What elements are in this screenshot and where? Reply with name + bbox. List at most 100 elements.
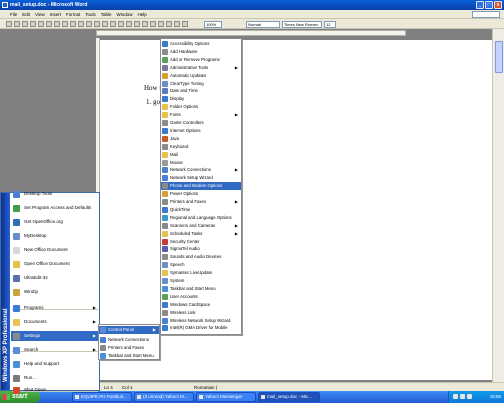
columns-icon[interactable]: [158, 21, 164, 27]
control-panel-item-wireless-network-setup-wizard[interactable]: Wireless Network Setup Wizard: [161, 317, 241, 325]
control-panel-item-date-and-time[interactable]: Date and Time: [161, 87, 241, 95]
start-menu-item-documents[interactable]: Documents ▶: [11, 317, 99, 327]
control-panel-item-security-center[interactable]: Security Center: [161, 238, 241, 246]
zoom-select[interactable]: 100%: [204, 21, 222, 28]
start-menu-item-shut-down[interactable]: Shut Down...: [11, 385, 99, 395]
style-select[interactable]: Normal: [246, 21, 280, 28]
excel-icon[interactable]: [150, 21, 156, 27]
email-icon[interactable]: [38, 21, 44, 27]
hyperlink-icon[interactable]: [126, 21, 132, 27]
control-panel-item-folder-options[interactable]: Folder Options: [161, 103, 241, 111]
control-panel-item-speech[interactable]: Speech: [161, 261, 241, 269]
tray-network-icon[interactable]: [453, 394, 458, 399]
control-panel-item-cleartype-tuning[interactable]: ClearType Tuning: [161, 80, 241, 88]
control-panel-item-intel-r-gma-driver-for-mobile[interactable]: Intel(R) GMA Driver for Mobile: [161, 324, 241, 332]
control-panel-item-internet-options[interactable]: Internet Options: [161, 127, 241, 135]
control-panel-item-add-hardware[interactable]: Add Hardware: [161, 48, 241, 56]
settings-item-taskbar-and-start-menu[interactable]: Taskbar and Start Menu: [99, 352, 159, 360]
control-panel-item-automatic-updates[interactable]: Automatic Updates: [161, 72, 241, 80]
start-menu-item-help-and-support[interactable]: Help and Support: [11, 359, 99, 369]
cut-icon[interactable]: [78, 21, 84, 27]
start-menu-item-programs[interactable]: Programs ▶: [11, 303, 99, 313]
menu-format[interactable]: Format: [66, 12, 80, 17]
start-menu-item-ultraedit[interactable]: UltraEdit-32: [11, 273, 99, 283]
copy-icon[interactable]: [86, 21, 92, 27]
format-painter-icon[interactable]: [102, 21, 108, 27]
control-panel-item-fonts[interactable]: Fonts ▶: [161, 111, 241, 119]
drawing-icon[interactable]: [166, 21, 172, 27]
print-icon[interactable]: [46, 21, 52, 27]
paste-icon[interactable]: [94, 21, 100, 27]
start-menu-item-set-program-access[interactable]: Set Program Access and Defaults: [11, 203, 99, 213]
tray-messenger-icon[interactable]: [467, 394, 472, 399]
menu-edit[interactable]: Edit: [22, 12, 30, 17]
start-menu-item-get-openoffice[interactable]: Get OpenOffice.org: [11, 217, 99, 227]
start-menu-item-desktop-tools[interactable]: Desktop Tools: [11, 189, 99, 199]
permission-icon[interactable]: [30, 21, 36, 27]
settings-item-network-connections[interactable]: Network Connections: [99, 336, 159, 344]
undo-icon[interactable]: [110, 21, 116, 27]
control-panel-item-java[interactable]: Java: [161, 135, 241, 143]
document-map-icon[interactable]: [174, 21, 180, 27]
start-menu-item-winzip[interactable]: WinZip: [11, 287, 99, 297]
spelling-icon[interactable]: [62, 21, 68, 27]
control-panel-item-sigmatel-audio[interactable]: SigmaTel Audio: [161, 245, 241, 253]
ask-question-input[interactable]: [472, 11, 500, 18]
insert-table-icon[interactable]: [142, 21, 148, 27]
taskbar-button[interactable]: Yahoo! Messenger: [196, 392, 256, 402]
minimize-button[interactable]: _: [476, 1, 484, 9]
taskbar-button[interactable]: mail_setup.doc - Mic...: [258, 392, 320, 402]
tray-volume-icon[interactable]: [460, 394, 465, 399]
research-icon[interactable]: [70, 21, 76, 27]
control-panel-item-taskbar-and-start-menu[interactable]: Taskbar and Start Menu: [161, 285, 241, 293]
control-panel-item-sounds-and-audio-devices[interactable]: Sounds and Audio Devices: [161, 253, 241, 261]
word-app-icon[interactable]: [2, 2, 8, 8]
control-panel-item-keyboard[interactable]: Keyboard: [161, 143, 241, 151]
control-panel-item-network-connections[interactable]: Network Connections ▶: [161, 166, 241, 174]
menu-view[interactable]: View: [35, 12, 45, 17]
vertical-scrollbar[interactable]: [492, 29, 504, 382]
control-panel-item-display[interactable]: Display: [161, 95, 241, 103]
menu-table[interactable]: Table: [101, 12, 112, 17]
settings-item-printers-and-faxes[interactable]: Printers and Faxes: [99, 344, 159, 352]
font-select[interactable]: Times New Roman: [282, 21, 322, 28]
taskbar-button[interactable]: (3 unread) Yahoo! M...: [134, 392, 194, 402]
menu-insert[interactable]: Insert: [50, 12, 61, 17]
control-panel-item-regional-and-language-options[interactable]: Regional and Language Options: [161, 214, 241, 222]
show-hide-icon[interactable]: [182, 21, 188, 27]
control-panel-item-quicktime[interactable]: QuickTime: [161, 206, 241, 214]
clock[interactable]: 16:55: [490, 394, 501, 399]
menu-help[interactable]: Help: [138, 12, 147, 17]
menu-window[interactable]: Window: [117, 12, 133, 17]
control-panel-item-accessibility-options[interactable]: Accessibility Options: [161, 40, 241, 48]
start-menu-item-settings[interactable]: Settings ▶: [11, 331, 99, 341]
control-panel-item-mail[interactable]: Mail: [161, 151, 241, 159]
open-icon[interactable]: [14, 21, 20, 27]
close-button[interactable]: x: [494, 1, 502, 9]
control-panel-item-scheduled-tasks[interactable]: Scheduled Tasks ▶: [161, 230, 241, 238]
control-panel-item-mouse[interactable]: Mouse: [161, 159, 241, 167]
control-panel-item-user-accounts[interactable]: User Accounts: [161, 293, 241, 301]
scroll-thumb[interactable]: [495, 41, 503, 73]
font-size-select[interactable]: 12: [324, 21, 336, 28]
control-panel-item-system[interactable]: System: [161, 277, 241, 285]
control-panel-item-phone-and-modem-options[interactable]: Phone and Modem Options: [161, 182, 241, 191]
horizontal-ruler[interactable]: [96, 30, 406, 36]
control-panel-item-network-setup-wizard[interactable]: Network Setup Wizard: [161, 174, 241, 182]
redo-icon[interactable]: [118, 21, 124, 27]
start-menu-item-search[interactable]: Search ▶: [11, 345, 99, 355]
start-menu-item-run[interactable]: Run...: [11, 373, 99, 383]
start-menu-item-open-office-document[interactable]: Open Office Document: [11, 259, 99, 269]
start-menu-item-mydesktop[interactable]: MyDesktop: [11, 231, 99, 241]
control-panel-item-administrative-tools[interactable]: Administrative Tools ▶: [161, 64, 241, 72]
new-document-icon[interactable]: [6, 21, 12, 27]
save-icon[interactable]: [22, 21, 28, 27]
control-panel-item-add-or-remove-programs[interactable]: Add or Remove Programs: [161, 56, 241, 64]
control-panel-item-power-options[interactable]: Power Options: [161, 190, 241, 198]
print-preview-icon[interactable]: [54, 21, 60, 27]
menu-tools[interactable]: Tools: [85, 12, 96, 17]
menu-file[interactable]: File: [10, 12, 17, 17]
control-panel-item-scanners-and-cameras[interactable]: Scanners and Cameras ▶: [161, 222, 241, 230]
settings-item-control-panel[interactable]: Control Panel ▶: [99, 326, 159, 334]
control-panel-item-windows-cardspace[interactable]: Windows CardSpace: [161, 301, 241, 309]
